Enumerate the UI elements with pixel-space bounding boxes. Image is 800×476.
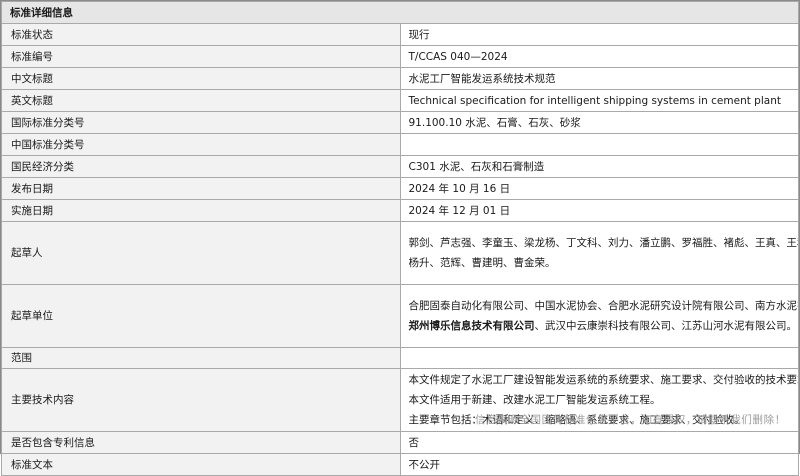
units-line-1: 合肥固泰自动化有限公司、中国水泥协会、合肥水泥研究设计院有限公司、南方水泥有限公… — [408, 300, 798, 312]
economy-value: C301 水泥、石灰和石膏制造 — [399, 155, 799, 178]
cn-title-value: 水泥工厂智能发运系统技术规范 — [399, 67, 799, 90]
row-patent: 是否包含专利信息 否 — [1, 431, 799, 454]
units-line-2: 郑州博乐信息技术有限公司、武汉中云康崇科技有限公司、江苏山河水泥有限公司。 — [408, 316, 798, 336]
en-title-value: Technical specification for intelligent … — [399, 89, 799, 112]
tech-line-2: 本文件适用于新建、改建水泥工厂智能发运系统工程。 — [408, 394, 661, 406]
units-line-2-rest: 、武汉中云康崇科技有限公司、江苏山河水泥有限公司。 — [534, 320, 798, 332]
row-scope: 范围 — [1, 347, 799, 369]
en-title-label: 英文标题 — [1, 89, 401, 112]
standard-detail-panel: 标准详细信息 标准状态 现行 标准编号 T/CCAS 040—2024 中文标题… — [0, 0, 800, 476]
units-highlight: 郑州博乐信息技术有限公司 — [408, 320, 535, 332]
row-status: 标准状态 现行 — [1, 23, 799, 46]
row-drafters: 起草人 郭剑、芦志强、李童玉、梁龙杨、丁文科、刘力、潘立鹏、罗福胜、褚彪、王真、… — [1, 221, 799, 285]
ics-label: 国际标准分类号 — [1, 111, 401, 134]
drafters-line-1: 郭剑、芦志强、李童玉、梁龙杨、丁文科、刘力、潘立鹏、罗福胜、褚彪、王真、王秋富、… — [408, 237, 798, 249]
row-cn-title: 中文标题 水泥工厂智能发运系统技术规范 — [1, 67, 799, 90]
number-value: T/CCAS 040—2024 — [399, 45, 799, 68]
drafters-value: 郭剑、芦志强、李童玉、梁龙杨、丁文科、刘力、潘立鹏、罗福胜、褚彪、王真、王秋富、… — [399, 221, 799, 285]
row-implement-date: 实施日期 2024 年 12 月 01 日 — [1, 199, 799, 222]
number-label: 标准编号 — [1, 45, 401, 68]
scope-label: 范围 — [1, 347, 401, 369]
drafters-line-2: 杨升、范辉、曹建明、曹金荣。 — [408, 257, 556, 269]
publish-date-value: 2024 年 10 月 16 日 — [399, 177, 799, 200]
ccs-label: 中国标准分类号 — [1, 133, 401, 156]
publish-date-label: 发布日期 — [1, 177, 401, 200]
text-value: 不公开 — [399, 453, 799, 476]
ccs-value — [399, 133, 799, 156]
row-ics: 国际标准分类号 91.100.10 水泥、石膏、石灰、砂浆 — [1, 111, 799, 134]
row-units: 起草单位 合肥固泰自动化有限公司、中国水泥协会、合肥水泥研究设计院有限公司、南方… — [1, 284, 799, 348]
status-label: 标准状态 — [1, 23, 401, 46]
text-label: 标准文本 — [1, 453, 401, 476]
cn-title-label: 中文标题 — [1, 67, 401, 90]
row-text: 标准文本 不公开 — [1, 453, 799, 476]
row-economy: 国民经济分类 C301 水泥、石灰和石膏制造 — [1, 155, 799, 178]
ics-value: 91.100.10 水泥、石膏、石灰、砂浆 — [399, 111, 799, 134]
tech-line-1: 本文件规定了水泥工厂建设智能发运系统的系统要求、施工要求、交付验收的技术要求。 — [408, 374, 799, 386]
source-watermark: 信息来源全国团体标准信息平台，如有侵权，请联系我们删除！ — [475, 414, 786, 426]
row-number: 标准编号 T/CCAS 040—2024 — [1, 45, 799, 68]
patent-value: 否 — [399, 431, 799, 454]
status-value: 现行 — [399, 23, 799, 46]
row-publish-date: 发布日期 2024 年 10 月 16 日 — [1, 177, 799, 200]
tech-label: 主要技术内容 — [1, 368, 401, 432]
implement-date-value: 2024 年 12 月 01 日 — [399, 199, 799, 222]
table-header-row: 标准详细信息 — [1, 1, 799, 24]
row-en-title: 英文标题 Technical specification for intelli… — [1, 89, 799, 112]
drafters-label: 起草人 — [1, 221, 401, 285]
table-title: 标准详细信息 — [1, 1, 799, 24]
standard-detail-table: 标准详细信息 标准状态 现行 标准编号 T/CCAS 040—2024 中文标题… — [1, 1, 799, 476]
units-label: 起草单位 — [1, 284, 401, 348]
patent-label: 是否包含专利信息 — [1, 431, 401, 454]
implement-date-label: 实施日期 — [1, 199, 401, 222]
scope-value — [399, 347, 799, 369]
units-value: 合肥固泰自动化有限公司、中国水泥协会、合肥水泥研究设计院有限公司、南方水泥有限公… — [399, 284, 799, 348]
economy-label: 国民经济分类 — [1, 155, 401, 178]
row-ccs: 中国标准分类号 — [1, 133, 799, 156]
